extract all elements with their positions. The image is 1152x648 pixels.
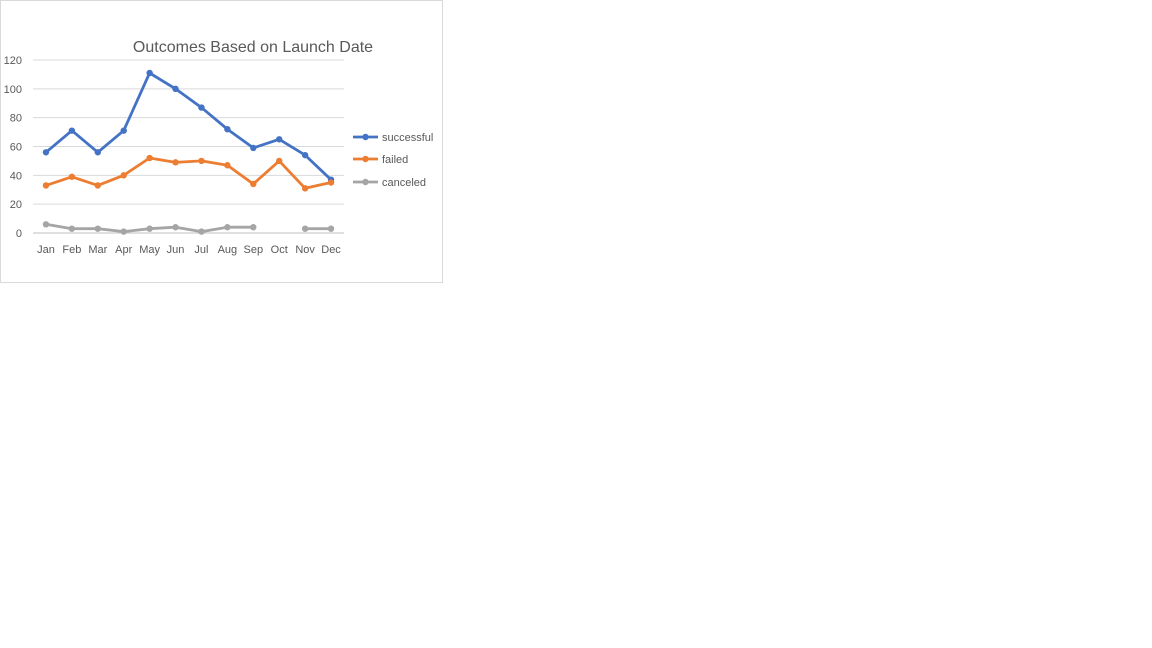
x-tick-label: Oct bbox=[271, 244, 288, 256]
data-point bbox=[172, 85, 179, 93]
x-tick-label: Mar bbox=[88, 244, 107, 256]
data-point bbox=[301, 185, 309, 192]
data-point bbox=[327, 225, 335, 232]
chart-frame: Outcomes Based on Launch Date 0 20 40 60 80 1… bbox=[0, 0, 443, 283]
x-tick-label: Aug bbox=[218, 244, 238, 256]
data-point bbox=[120, 127, 127, 134]
data-point bbox=[120, 228, 127, 235]
line-chart: Outcomes Based on Launch Date 0 20 40 60 80 1… bbox=[4, 39, 434, 256]
y-tick-label: 120 bbox=[4, 55, 22, 67]
data-point bbox=[172, 159, 179, 166]
chart-title: Outcomes Based on Launch Date bbox=[133, 39, 373, 56]
x-tick-label: Feb bbox=[62, 244, 81, 256]
data-point bbox=[276, 157, 283, 165]
data-point bbox=[68, 225, 76, 232]
data-point bbox=[327, 179, 335, 186]
x-tick-label: Sep bbox=[244, 244, 264, 256]
x-axis-ticks: Jan Feb Mar Apr May Jun Jul Aug Sep Oct Nov Dec bbox=[37, 244, 341, 256]
legend-label: canceled bbox=[382, 177, 426, 189]
data-point bbox=[146, 69, 153, 77]
data-point bbox=[301, 225, 309, 232]
series-line-canceled bbox=[44, 222, 333, 233]
legend-swatch-marker bbox=[362, 133, 369, 141]
data-point bbox=[94, 182, 101, 189]
data-point bbox=[276, 136, 283, 143]
data-point bbox=[42, 149, 50, 156]
x-tick-label: Nov bbox=[295, 244, 315, 256]
data-point bbox=[198, 157, 205, 165]
series-group bbox=[42, 69, 335, 235]
data-point bbox=[94, 225, 101, 232]
y-tick-label: 100 bbox=[4, 84, 22, 96]
data-point bbox=[120, 172, 127, 179]
data-point bbox=[224, 162, 231, 169]
y-tick-label: 20 bbox=[10, 199, 22, 211]
data-point bbox=[224, 224, 231, 231]
data-point bbox=[250, 180, 257, 188]
x-tick-label: Jan bbox=[37, 244, 55, 256]
y-tick-label: 0 bbox=[16, 228, 22, 240]
y-axis-ticks: 0 20 40 60 80 100 120 bbox=[4, 55, 22, 240]
legend-label: successful bbox=[382, 132, 433, 144]
data-point bbox=[42, 182, 50, 189]
series-successful bbox=[42, 69, 335, 183]
legend-item-canceled: canceled bbox=[353, 177, 426, 189]
y-tick-label: 60 bbox=[10, 142, 22, 154]
data-point bbox=[198, 104, 205, 111]
x-tick-label: Dec bbox=[321, 244, 341, 256]
series-failed bbox=[42, 154, 335, 192]
data-point bbox=[301, 151, 309, 159]
data-point bbox=[146, 154, 153, 162]
data-point bbox=[68, 173, 76, 180]
data-point bbox=[198, 228, 205, 235]
data-point bbox=[172, 224, 179, 231]
x-tick-label: Jul bbox=[194, 244, 208, 256]
data-point bbox=[42, 221, 50, 228]
data-point bbox=[224, 126, 231, 133]
y-tick-label: 40 bbox=[10, 170, 22, 182]
legend: successful failed canceled bbox=[353, 132, 433, 189]
series-line-failed bbox=[44, 156, 333, 190]
x-tick-label: Jun bbox=[167, 244, 185, 256]
legend-swatch-marker bbox=[362, 178, 369, 186]
data-point bbox=[94, 149, 101, 156]
x-tick-label: Apr bbox=[115, 244, 132, 256]
data-point bbox=[146, 225, 153, 232]
legend-item-successful: successful bbox=[353, 132, 433, 144]
grid-lines bbox=[33, 59, 344, 234]
legend-swatch-marker bbox=[362, 155, 369, 163]
data-point bbox=[250, 224, 257, 231]
y-tick-label: 80 bbox=[10, 113, 22, 125]
data-point bbox=[250, 144, 257, 152]
legend-label: failed bbox=[382, 154, 408, 166]
data-point bbox=[68, 127, 76, 134]
x-tick-label: May bbox=[139, 244, 160, 256]
legend-item-failed: failed bbox=[353, 154, 408, 166]
